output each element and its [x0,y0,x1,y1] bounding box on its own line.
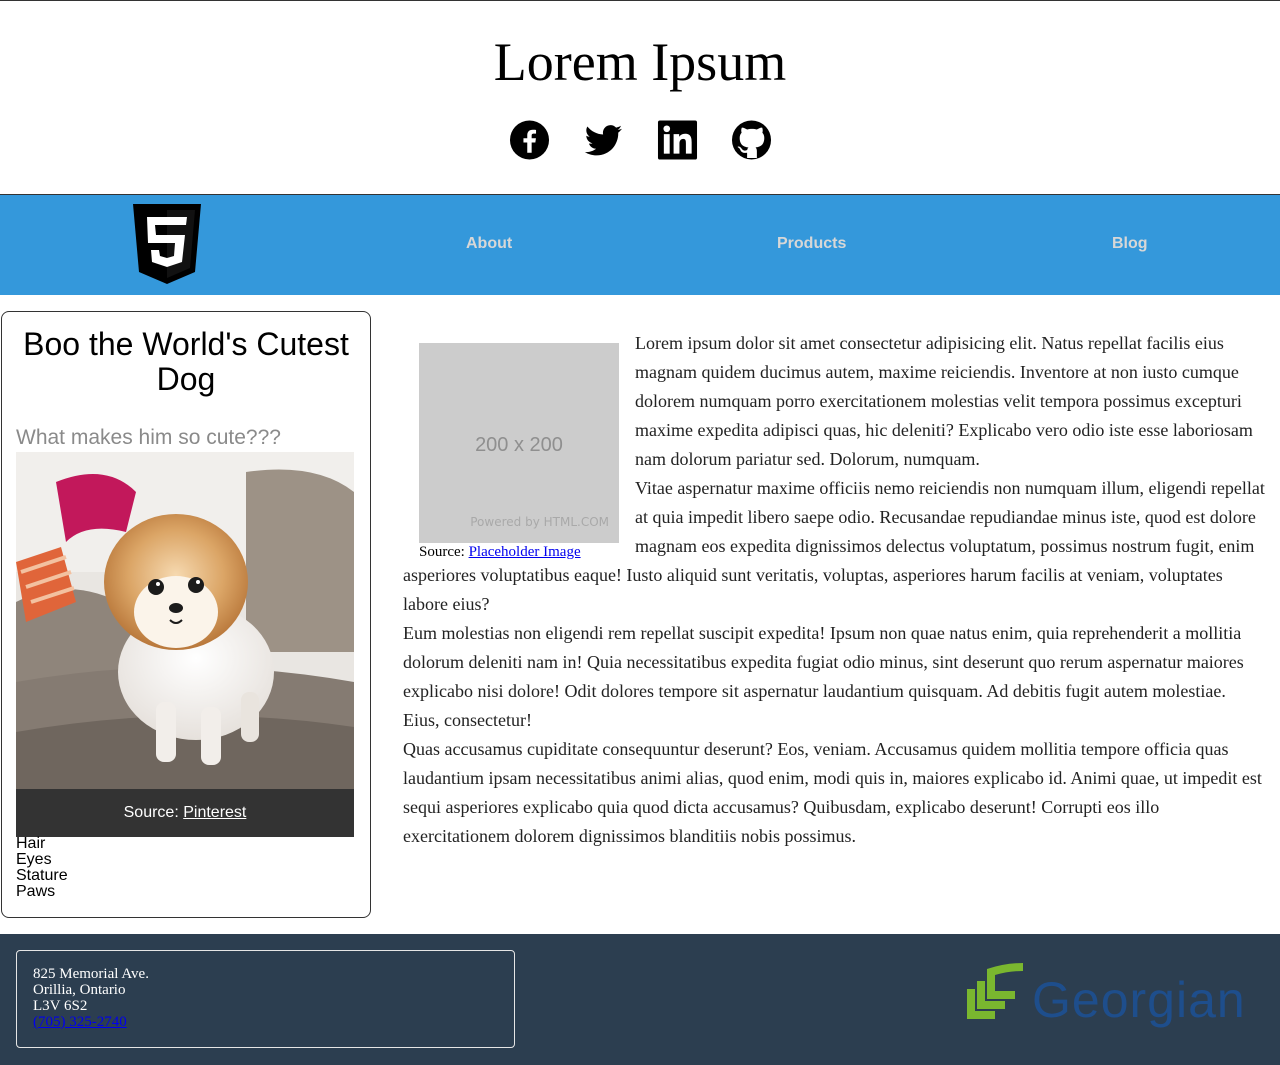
placeholder-caption-label: Source: [419,544,469,560]
georgian-logo-text: Georgian [1032,972,1246,1028]
facebook-icon[interactable] [509,119,550,161]
placeholder-figure: 200 x 200 Powered by HTML.COM Source: Pl… [419,343,619,561]
list-item: Stature [16,867,68,884]
dog-figure: Source: Pinterest [16,452,354,837]
list-item: Hair [16,835,46,852]
html5-icon[interactable] [133,204,201,284]
pinterest-link[interactable]: Pinterest [183,804,246,821]
trait-list: Hair Eyes Stature Paws [16,836,68,900]
article-paragraph: Quas accusamus cupiditate consequuntur d… [403,739,1262,846]
site-header: Lorem Ipsum [0,0,1280,195]
list-item: Eyes [16,851,52,868]
main-nav: About Products Blog [0,195,1280,295]
phone-link[interactable]: (705) 325-2740 [33,1014,127,1030]
address-box: 825 Memorial Ave. Orillia, Ontario L3V 6… [16,950,515,1048]
address-street: 825 Memorial Ave. [33,966,149,982]
linkedin-icon[interactable] [657,119,698,161]
dog-caption-label: Source: [123,804,184,821]
main-article: 200 x 200 Powered by HTML.COM Source: Pl… [403,329,1265,851]
aside-title: Boo the World's Cutest Dog [23,326,349,397]
address-postal: L3V 6S2 [33,998,88,1014]
dog-caption: Source: Pinterest [16,789,354,837]
nav-about[interactable]: About [466,235,512,253]
list-item: Paws [16,883,56,900]
placeholder-caption: Source: Placeholder Image [419,543,619,561]
site-title: Lorem Ipsum [493,32,787,92]
social-links [0,119,1280,161]
github-icon[interactable] [731,119,772,161]
placeholder-image: 200 x 200 Powered by HTML.COM [419,343,619,543]
article-paragraph: Eum molestias non eligendi rem repellat … [403,623,1244,730]
nav-blog[interactable]: Blog [1112,235,1148,253]
dog-photo [16,452,354,789]
placeholder-size: 200 x 200 [475,434,563,456]
twitter-icon[interactable] [583,119,624,161]
nav-products[interactable]: Products [777,235,846,253]
placeholder-powered: Powered by HTML.COM [470,515,609,529]
placeholder-image-link[interactable]: Placeholder Image [469,544,581,560]
aside-subtitle: What makes him so cute??? [16,426,281,449]
site-footer: 825 Memorial Ave. Orillia, Ontario L3V 6… [0,934,1280,1065]
address-city: Orillia, Ontario [33,982,126,998]
